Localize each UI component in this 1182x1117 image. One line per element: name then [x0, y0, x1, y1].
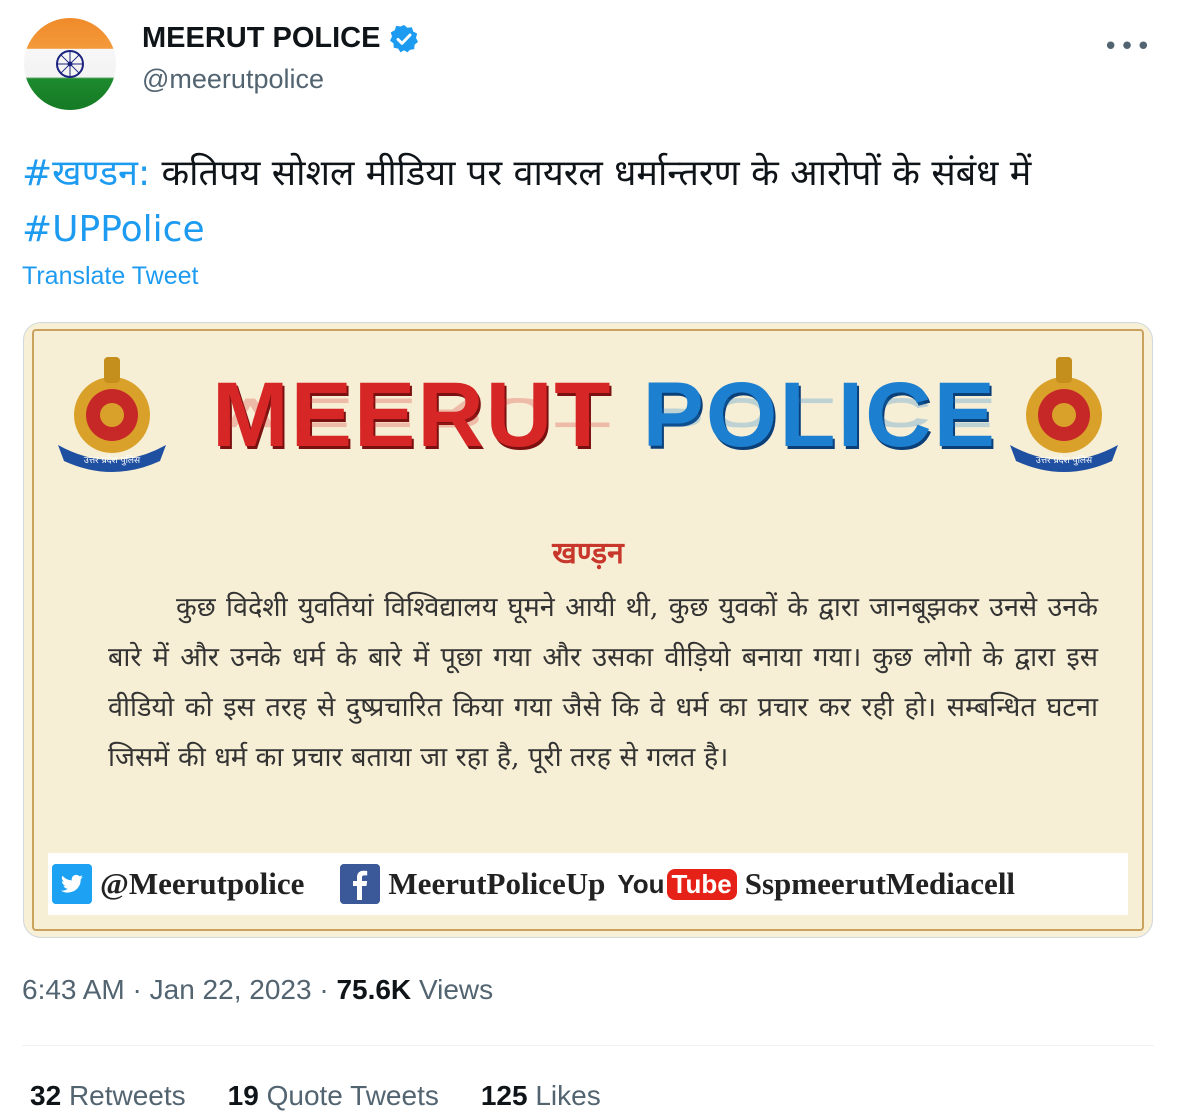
ashoka-chakra-icon	[56, 50, 84, 78]
youtube-logo-icon: You Tube	[617, 868, 737, 900]
banner-reflection: MEERUT POLICE	[212, 389, 997, 436]
hashtag-khandan[interactable]: #खण्डन:	[22, 153, 150, 194]
hashtag-uppolice[interactable]: #UPPolice	[22, 209, 205, 250]
emblem-text: उत्तर प्रदेश पुलिस	[1036, 454, 1093, 466]
emblem-text: उत्तर प्रदेश पुलिस	[84, 454, 141, 466]
retweets-stat[interactable]: 32 Retweets	[30, 1080, 186, 1112]
views-count: 75.6K	[336, 974, 412, 1005]
up-police-emblem-icon: उत्तर प्रदेश पुलिस	[1010, 357, 1118, 472]
author-name-row: MEERUT POLICE	[142, 22, 420, 55]
banner-reflection-police: POLICE	[642, 389, 997, 436]
quote-tweets-count: 19	[227, 1080, 259, 1111]
youtube-handle: SspmeerutMediacell	[744, 866, 1016, 901]
translate-tweet-link[interactable]: Translate Tweet	[22, 262, 198, 291]
engagement-stats: 32 Retweets 19 Quote Tweets 125 Likes	[30, 1080, 601, 1112]
notice-body: कुछ विदेशी युवतियां विश्विद्यालय घूमने आ…	[108, 592, 1098, 773]
tweet-time[interactable]: 6:43 AM	[22, 974, 125, 1005]
tweet-media-image[interactable]: उत्तर प्रदेश पुलिस उत्तर प्रदेश पुलिस ME…	[23, 322, 1153, 938]
meta-separator: ·	[132, 974, 142, 1005]
quote-tweets-stat[interactable]: 19 Quote Tweets	[228, 1080, 439, 1112]
retweets-count: 32	[30, 1080, 62, 1111]
likes-stat[interactable]: 125 Likes	[481, 1080, 601, 1112]
likes-label: Likes	[535, 1080, 601, 1111]
author-handle[interactable]: @meerutpolice	[142, 64, 324, 95]
tweet-meta: 6:43 AM · Jan 22, 2023 · 75.6K Views	[22, 974, 493, 1006]
facebook-handle: MeerutPoliceUp	[388, 866, 606, 901]
youtube-logo-tube: Tube	[666, 868, 737, 900]
social-handles-bar: @Meerutpolice MeerutPoliceUp You Tube Ssp…	[48, 853, 1128, 915]
tweet-date[interactable]: Jan 22, 2023	[150, 974, 312, 1005]
notice-heading: खण्ड़न	[552, 536, 624, 571]
more-options-icon[interactable]: •••	[1103, 32, 1152, 62]
retweets-label: Retweets	[68, 1080, 186, 1111]
divider	[22, 1045, 1154, 1046]
likes-count: 125	[480, 1080, 528, 1111]
quote-tweets-label: Quote Tweets	[266, 1080, 439, 1111]
tweet-body: कतिपय सोशल मीडिया पर वायरल धर्मान्तरण के…	[150, 153, 1032, 194]
twitter-icon	[52, 864, 92, 904]
banner-reflection-meerut: MEERUT	[212, 389, 613, 436]
youtube-logo-you: You	[617, 868, 665, 899]
views-label: Views	[418, 974, 494, 1005]
author-name[interactable]: MEERUT POLICE	[142, 22, 380, 55]
media-frame: उत्तर प्रदेश पुलिस उत्तर प्रदेश पुलिस ME…	[32, 329, 1144, 931]
facebook-icon	[340, 864, 381, 904]
avatar[interactable]	[24, 18, 116, 110]
twitter-handle: @Meerutpolice	[100, 866, 305, 901]
verified-badge-icon	[390, 24, 419, 52]
meta-separator: ·	[319, 974, 329, 1005]
up-police-emblem-icon: उत्तर प्रदेश पुलिस	[58, 357, 166, 472]
tweet-text: #खण्डन: कतिपय सोशल मीडिया पर वायरल धर्मा…	[22, 146, 1152, 258]
